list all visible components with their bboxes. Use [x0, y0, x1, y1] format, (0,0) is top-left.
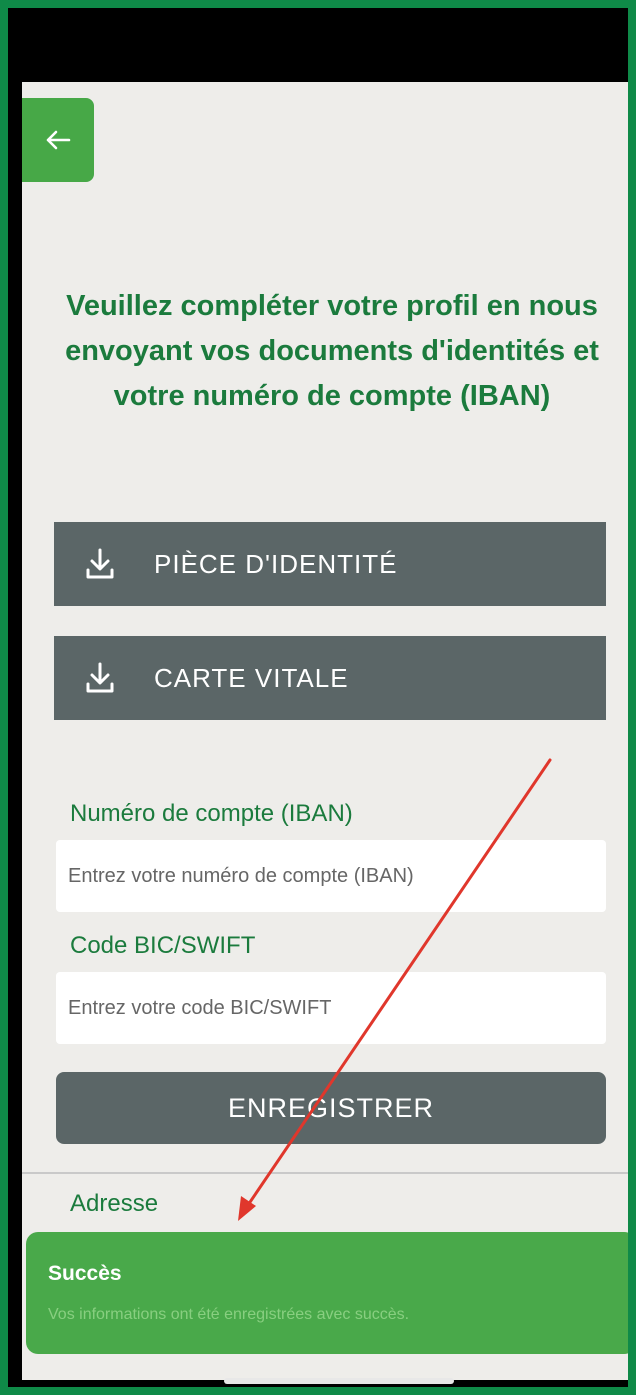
bic-label: Code BIC/SWIFT	[70, 932, 256, 959]
upload-id-document-button[interactable]: PIÈCE D'IDENTITÉ	[54, 522, 606, 606]
download-icon	[80, 658, 120, 698]
upload-health-card-label: CARTE VITALE	[154, 662, 349, 693]
upload-health-card-button[interactable]: CARTE VITALE	[54, 636, 606, 720]
back-button[interactable]	[22, 98, 94, 182]
save-button[interactable]: ENREGISTRER	[56, 1072, 606, 1144]
arrow-left-icon	[45, 129, 71, 151]
iban-label: Numéro de compte (IBAN)	[70, 800, 353, 827]
toast-title: Succès	[48, 1262, 122, 1285]
iban-input[interactable]	[56, 840, 606, 912]
download-icon	[80, 544, 120, 584]
success-toast[interactable]: Succès Vos informations ont été enregist…	[26, 1232, 628, 1354]
upload-id-document-label: PIÈCE D'IDENTITÉ	[154, 548, 398, 579]
bic-input[interactable]	[56, 972, 606, 1044]
toast-message: Vos informations ont été enregistrées av…	[48, 1306, 410, 1323]
phone-frame: Veuillez compléter votre profil en nous …	[8, 8, 628, 1387]
address-label: Adresse	[70, 1190, 159, 1217]
app-screen: Veuillez compléter votre profil en nous …	[22, 82, 628, 1380]
profile-instructions: Veuillez compléter votre profil en nous …	[65, 290, 599, 412]
home-indicator[interactable]	[224, 1378, 454, 1384]
section-divider	[22, 1172, 628, 1174]
